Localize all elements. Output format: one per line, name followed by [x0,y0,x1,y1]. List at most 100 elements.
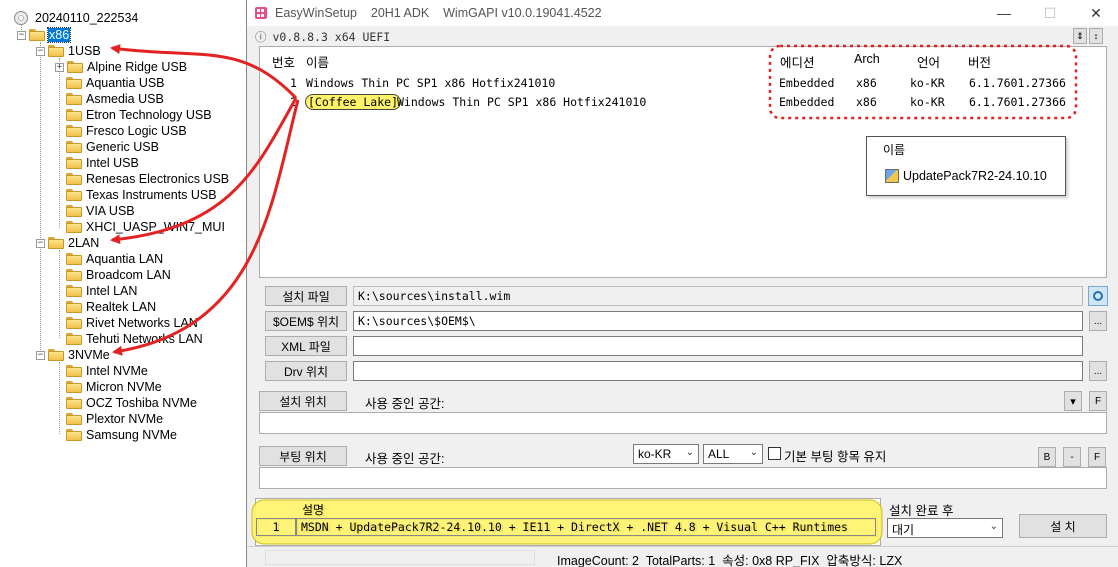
row-edition: Embedded [779,95,835,109]
tree-item[interactable]: XHCI_UASP_WIN7_MUI [66,219,226,235]
tree-item[interactable]: Renesas Electronics USB [66,171,230,187]
col-header-num[interactable]: 번호 [272,52,295,71]
oem-location-button[interactable]: $OEM$ 위치 [265,311,347,331]
version-bar: ⓘ v0.8.8.3 x64 UEFI [255,29,1071,45]
install-location-button[interactable]: 설치 위치 [259,391,347,411]
description-header-overlay: 설명 [302,503,325,517]
tree-item-label: Samsung NVMe [86,428,178,442]
drv-location-button[interactable]: Drv 위치 [265,361,347,381]
install-f-button[interactable]: F [1089,391,1107,411]
xml-file-field[interactable] [353,336,1083,356]
all-select[interactable]: ALL ⌄ [703,444,763,464]
popup-item[interactable]: UpdatePack7R2-24.10.10 [885,169,1047,183]
tree-item[interactable]: Plextor NVMe [66,411,164,427]
row-lang: ko-KR [910,76,945,90]
tree-item[interactable]: + Alpine Ridge USB [55,59,188,75]
tree-item[interactable]: Intel NVMe [66,363,149,379]
tree-item[interactable]: Rivet Networks LAN [66,315,199,331]
tree-item[interactable]: Asmedia USB [66,91,165,107]
col-header-arch[interactable]: Arch [854,52,880,66]
tree-node-x86[interactable]: − x86 [17,27,72,43]
drv-location-field[interactable] [353,361,1083,381]
tree-item[interactable]: Fresco Logic USB [66,123,188,139]
boot-location-button[interactable]: 부팅 위치 [259,446,347,466]
title-bar[interactable]: EasyWinSetup 20H1 ADK WimGAPI v10.0.1904… [247,0,1118,26]
col-header-version[interactable]: 버전 [968,52,991,71]
boot-f-button[interactable]: F [1088,447,1106,467]
maximize-button[interactable]: ☐ [1027,0,1073,26]
boot-partition-list[interactable] [259,467,1107,489]
image-list[interactable]: 번호 이름 에디션 Arch 언어 버전 1 Windows Thin PC S… [259,46,1107,278]
tree-guide [59,58,60,228]
tree-item[interactable]: Intel USB [66,155,140,171]
scroll-up-down-button[interactable]: ⇕ [1073,28,1087,44]
collapse-icon[interactable]: − [36,46,45,56]
install-file-button[interactable]: 설치 파일 [265,286,347,306]
tree-item-label: Texas Instruments USB [86,188,217,202]
folder-icon [66,125,82,137]
collapse-icon[interactable]: − [36,350,45,360]
chevron-down-icon: ⌄ [749,447,758,458]
tree-node-usb[interactable]: − 1USB [36,43,102,59]
progress-bar [265,550,535,565]
drv-browse-button[interactable]: ... [1089,361,1107,381]
b-button[interactable]: B [1038,447,1056,467]
install-partition-list[interactable] [259,412,1107,434]
language-select[interactable]: ko-KR ⌄ [633,444,699,464]
tree-item[interactable]: Realtek LAN [66,299,157,315]
tree-label-usb: 1USB [68,44,101,58]
col-header-edition[interactable]: 에디션 [780,52,815,71]
xml-file-button[interactable]: XML 파일 [265,336,347,356]
tree-item-label: Tehuti Networks LAN [86,332,203,346]
collapse-icon[interactable]: − [36,238,45,248]
col-header-name[interactable]: 이름 [306,52,329,71]
tree-item[interactable]: OCZ Toshiba NVMe [66,395,198,411]
collapse-arrows-button[interactable]: ↕ [1089,28,1103,44]
folder-icon [66,285,82,297]
table-row[interactable]: 1 Windows Thin PC SP1 x86 Hotfix241010 E… [260,74,1106,92]
minimize-button[interactable]: — [981,0,1027,26]
row-edition: Embedded [779,76,835,90]
close-button[interactable]: ✕ [1073,0,1118,26]
table-row[interactable]: 2 [Coffee Lake] Windows Thin PC SP1 x86 … [260,93,1106,111]
tree-item[interactable]: Intel LAN [66,283,138,299]
tree-root[interactable]: 20240110_222534 [14,10,139,26]
keep-boot-entry-checkbox[interactable] [768,447,781,460]
search-icon[interactable] [1088,286,1108,306]
row-lang: ko-KR [910,95,945,109]
oem-location-field[interactable]: K:\sources\$OEM$\ [353,311,1083,331]
collapse-icon[interactable]: − [17,30,26,40]
install-dropdown-button[interactable]: ▾ [1064,391,1082,411]
tree-node-nvme[interactable]: − 3NVMe [36,347,111,363]
language-select-value: ko-KR [638,447,672,461]
chevron-down-icon: ⌄ [685,447,694,458]
tree-item[interactable]: Texas Instruments USB [66,187,218,203]
tree-item[interactable]: Aquantia LAN [66,251,164,267]
minus-button[interactable]: - [1063,447,1081,467]
after-install-select[interactable]: 대기 ⌄ [887,518,1003,538]
tree-item[interactable]: Broadcom LAN [66,267,172,283]
tree-item-label: Aquantia LAN [86,252,164,266]
description-num-overlay: 1 [256,518,296,536]
install-file-field[interactable]: K:\sources\install.wim [353,286,1083,306]
app-icon [255,7,267,19]
tree-item-label: VIA USB [86,204,135,218]
folder-icon [66,189,82,201]
chevron-down-icon: ⌄ [989,521,998,532]
tree-item[interactable]: Tehuti Networks LAN [66,331,204,347]
tree-item[interactable]: Micron NVMe [66,379,163,395]
after-install-select-value: 대기 [892,523,915,537]
tree-item[interactable]: Aquantia USB [66,75,166,91]
tree-item[interactable]: Etron Technology USB [66,107,213,123]
tree-item[interactable]: Samsung NVMe [66,427,178,443]
col-header-lang[interactable]: 언어 [917,52,940,71]
oem-browse-button[interactable]: ... [1089,311,1107,331]
expand-icon[interactable]: + [55,62,64,72]
tree-item-label: Micron NVMe [86,380,162,394]
folder-icon [66,77,82,89]
install-button[interactable]: 설 치 [1019,514,1107,538]
tree-item[interactable]: Generic USB [66,139,160,155]
tree-item[interactable]: VIA USB [66,203,136,219]
tree-node-lan[interactable]: − 2LAN [36,235,100,251]
boot-used-space-label: 사용 중인 공간: [365,452,445,466]
